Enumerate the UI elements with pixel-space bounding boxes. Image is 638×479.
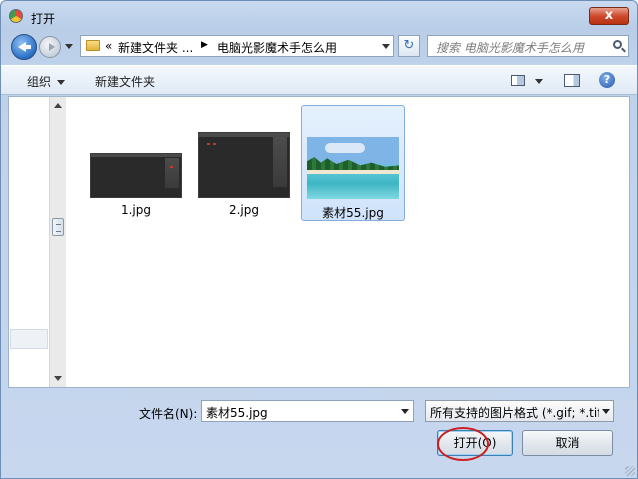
scroll-down-arrow-icon[interactable] bbox=[54, 376, 62, 381]
forward-arrow-icon[interactable] bbox=[39, 36, 61, 58]
chevron-down-icon bbox=[57, 80, 66, 85]
navigation-pane-scrollbar[interactable] bbox=[49, 97, 66, 387]
filename-history-dropdown-icon[interactable] bbox=[401, 409, 409, 414]
search-placeholder: 搜索 电脑光影魔术手怎么用 bbox=[436, 41, 584, 55]
folder-icon bbox=[86, 40, 100, 51]
file-type-dropdown-icon[interactable] bbox=[599, 401, 613, 421]
filename-label: 文件名(N): bbox=[139, 407, 198, 421]
breadcrumb-overflow[interactable]: « bbox=[105, 39, 112, 53]
file-type-value: 所有支持的图片格式 (*.gif; *.tif bbox=[430, 406, 602, 420]
file-item-2[interactable]: 2.jpg bbox=[192, 105, 296, 221]
dialog-footer: 文件名(N): 素材55.jpg 所有支持的图片格式 (*.gif; *.tif… bbox=[1, 389, 637, 478]
app-icon bbox=[9, 9, 23, 23]
filename-value[interactable]: 素材55.jpg bbox=[206, 404, 268, 421]
navigation-pane[interactable] bbox=[9, 97, 49, 387]
open-file-dialog: 打开 x « 新建文件夹 ... ▶ 电脑光影魔术手怎么用 ↻ 搜索 电脑光影魔… bbox=[0, 0, 638, 479]
navigation-pane-item[interactable] bbox=[10, 329, 48, 349]
close-button[interactable]: x bbox=[589, 7, 629, 25]
image-thumbnail bbox=[198, 132, 290, 198]
change-view-icon[interactable] bbox=[511, 75, 525, 86]
address-bar[interactable]: « 新建文件夹 ... ▶ 电脑光影魔术手怎么用 bbox=[80, 35, 394, 57]
file-name: 2.jpg bbox=[228, 203, 260, 217]
open-button[interactable]: 打开(O) bbox=[437, 430, 513, 456]
file-name: 素材55.jpg bbox=[322, 206, 384, 220]
organize-label: 组织 bbox=[27, 75, 52, 89]
back-arrow-icon[interactable] bbox=[11, 34, 37, 60]
file-name: 1.jpg bbox=[120, 203, 152, 217]
new-folder-button[interactable]: 新建文件夹 bbox=[95, 73, 155, 90]
file-browser: 1.jpg 2.jpg 素材55.jpg bbox=[8, 96, 630, 388]
command-toolbar: 组织 新建文件夹 ? bbox=[1, 65, 637, 95]
title-bar[interactable]: 打开 x bbox=[1, 1, 637, 31]
file-item-1[interactable]: 1.jpg bbox=[84, 105, 188, 221]
view-options-dropdown-icon[interactable] bbox=[535, 79, 543, 84]
window-title: 打开 bbox=[31, 12, 56, 26]
navigation-bar: « 新建文件夹 ... ▶ 电脑光影魔术手怎么用 ↻ 搜索 电脑光影魔术手怎么用 bbox=[1, 31, 637, 63]
help-icon[interactable]: ? bbox=[599, 72, 615, 88]
breadcrumb-parent[interactable]: 新建文件夹 ... bbox=[118, 39, 193, 56]
filename-input[interactable]: 素材55.jpg bbox=[201, 400, 414, 422]
image-thumbnail bbox=[307, 137, 399, 199]
search-icon[interactable] bbox=[613, 40, 622, 49]
scroll-up-arrow-icon[interactable] bbox=[54, 103, 62, 108]
refresh-icon[interactable]: ↻ bbox=[398, 35, 420, 57]
file-item-3[interactable]: 素材55.jpg bbox=[301, 105, 405, 221]
organize-button[interactable]: 组织 bbox=[27, 73, 66, 90]
search-input[interactable]: 搜索 电脑光影魔术手怎么用 bbox=[427, 35, 629, 57]
breadcrumb-separator-icon[interactable]: ▶ bbox=[201, 40, 208, 50]
image-thumbnail bbox=[90, 153, 182, 198]
scrollbar-thumb[interactable] bbox=[52, 218, 64, 236]
address-dropdown-icon[interactable] bbox=[382, 44, 390, 49]
recent-locations-dropdown-icon[interactable] bbox=[64, 39, 74, 53]
resize-grip-icon[interactable] bbox=[625, 466, 635, 476]
breadcrumb-current[interactable]: 电脑光影魔术手怎么用 bbox=[217, 39, 337, 56]
cancel-button[interactable]: 取消 bbox=[522, 430, 613, 456]
file-type-select[interactable]: 所有支持的图片格式 (*.gif; *.tif bbox=[425, 400, 614, 422]
preview-pane-icon[interactable] bbox=[564, 74, 580, 87]
